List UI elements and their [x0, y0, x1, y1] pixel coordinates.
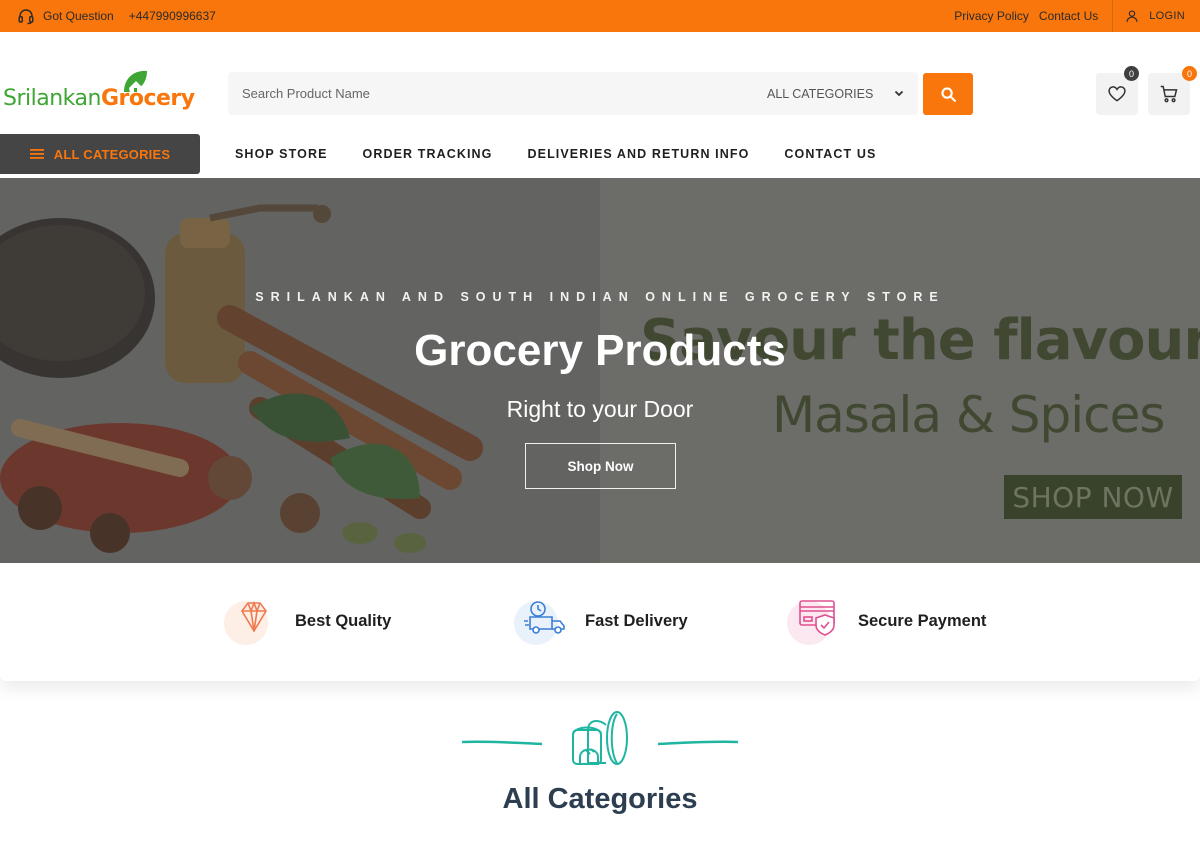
nav-order-tracking[interactable]: ORDER TRACKING: [363, 147, 493, 161]
all-categories-button[interactable]: ALL CATEGORIES: [0, 134, 200, 174]
phone-number[interactable]: +447990996637: [129, 9, 216, 23]
category-select-value: ALL CATEGORIES: [767, 86, 874, 101]
logo-text-part2: Grocery: [100, 86, 195, 111]
hero-title: Grocery Products: [414, 326, 786, 375]
search-input[interactable]: [228, 72, 748, 115]
main-nav: SHOP STORE ORDER TRACKING DELIVERIES AND…: [235, 134, 911, 174]
headset-icon: [18, 9, 34, 25]
diamond-icon: [224, 593, 280, 649]
logo-text-part1: Srilankan: [3, 86, 101, 111]
wishlist-button[interactable]: 0: [1096, 66, 1139, 115]
feature-fast-delivery: Fast Delivery: [514, 593, 688, 649]
logo-text: SrilankanGrocery: [3, 86, 195, 111]
search-button[interactable]: [923, 73, 973, 115]
login-button[interactable]: LOGIN: [1113, 9, 1200, 23]
login-label: LOGIN: [1149, 10, 1185, 22]
cart-button[interactable]: 0: [1148, 66, 1197, 115]
top-bar-links: Privacy Policy Contact Us LOGIN: [954, 0, 1200, 32]
heart-icon: [1108, 86, 1126, 102]
cart-icon: [1160, 85, 1178, 103]
all-categories-label: ALL CATEGORIES: [53, 146, 171, 162]
bread-icon: [461, 711, 739, 765]
nav-deliveries-return-info[interactable]: DELIVERIES AND RETURN INFO: [528, 147, 750, 161]
privacy-policy-link[interactable]: Privacy Policy: [954, 9, 1029, 23]
wishlist-count-badge: 0: [1124, 66, 1139, 81]
search-icon: [940, 86, 956, 102]
hero-banner: Savour the flavours Masala & Spices SHOP…: [0, 178, 1200, 563]
hero-subtitle: Right to your Door: [506, 396, 694, 422]
shop-now-button[interactable]: Shop Now: [525, 443, 676, 489]
secure-card-icon: [787, 593, 843, 649]
delivery-truck-icon: [514, 593, 570, 649]
hero-tagline: SRILANKAN AND SOUTH INDIAN ONLINE GROCER…: [255, 290, 945, 304]
all-categories-heading: All Categories: [502, 783, 698, 815]
menu-icon: [29, 149, 44, 159]
site-logo[interactable]: SrilankanGrocery: [3, 68, 195, 120]
nav-contact-us[interactable]: CONTACT US: [784, 147, 876, 161]
category-select[interactable]: ALL CATEGORIES: [755, 72, 915, 115]
got-question-label: Got Question: [43, 9, 114, 23]
feature-secure-payment: Secure Payment: [787, 593, 986, 649]
top-bar-contact: Got Question +447990996637: [17, 0, 216, 32]
feature-label: Best Quality: [295, 611, 392, 630]
search-bar: ALL CATEGORIES: [228, 72, 918, 115]
nav-shop-store[interactable]: SHOP STORE: [235, 147, 328, 161]
top-bar: Got Question +447990996637 Privacy Polic…: [0, 0, 1200, 32]
chevron-down-icon: [894, 90, 904, 97]
feature-label: Fast Delivery: [585, 611, 688, 630]
feature-label: Secure Payment: [858, 611, 987, 630]
cart-count-badge: 0: [1182, 66, 1197, 81]
user-icon: [1126, 10, 1138, 22]
features-strip: Best Quality Fast Delivery Secure Paymen…: [0, 563, 1200, 681]
contact-us-link[interactable]: Contact Us: [1039, 9, 1098, 23]
feature-best-quality: Best Quality: [224, 593, 391, 649]
